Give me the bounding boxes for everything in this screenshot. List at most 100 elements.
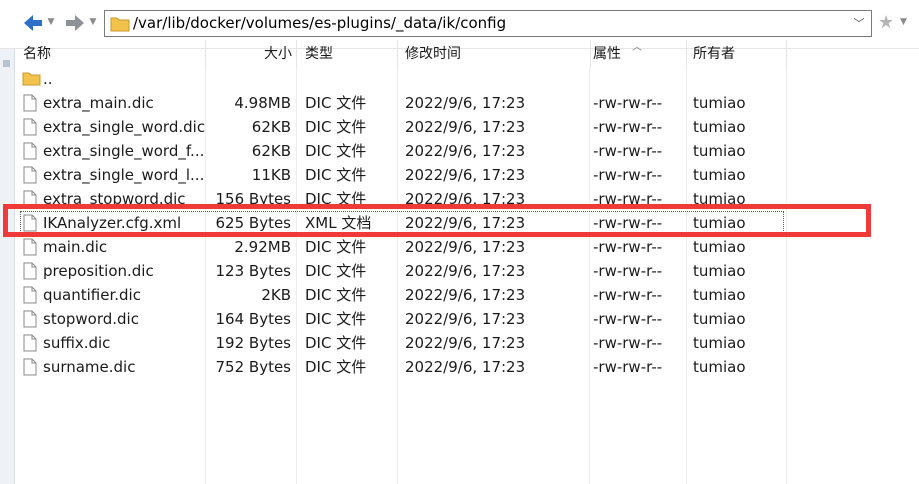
file-owner: tumiao [693,142,746,160]
file-size: 123 Bytes [215,262,292,280]
file-icon [23,142,37,160]
file-owner: tumiao [693,118,746,136]
file-type: DIC 文件 [305,94,367,112]
folder-icon [110,16,130,32]
file-icon [23,118,37,136]
file-row[interactable]: quantifier.dic 2KB DIC 文件 2022/9/6, 17:2… [14,283,919,307]
file-type: DIC 文件 [305,142,367,160]
file-owner: tumiao [693,238,746,256]
left-panel-edge [0,0,15,484]
file-row[interactable]: extra_single_word.dic 62KB DIC 文件 2022/9… [14,115,919,139]
file-attributes: -rw-rw-r-- [593,310,663,328]
file-row[interactable]: preposition.dic 123 Bytes DIC 文件 2022/9/… [14,259,919,283]
col-type[interactable]: 类型 [297,40,398,68]
file-attributes: -rw-rw-r-- [593,286,663,304]
file-size: 2.92MB [234,238,291,256]
file-size: 4.98MB [234,94,291,112]
file-row[interactable]: surname.dic 752 Bytes DIC 文件 2022/9/6, 1… [14,355,919,379]
file-type: DIC 文件 [305,358,367,376]
file-modified: 2022/9/6, 17:23 [405,118,526,136]
file-icon [23,358,37,376]
col-size[interactable]: 大小 [206,40,297,68]
file-owner: tumiao [693,262,746,280]
file-owner: tumiao [693,166,746,184]
col-owner[interactable]: 所有者 [687,40,787,68]
file-type: DIC 文件 [305,238,367,256]
file-name: suffix.dic [43,334,111,352]
file-icon [23,166,37,184]
column-header: 名称 大小 类型 修改时间 属性 所有者 [14,40,919,68]
col-modified[interactable]: 修改时间 [398,40,591,68]
file-owner: tumiao [693,94,746,112]
file-size: 192 Bytes [215,334,292,352]
file-name: extra_single_word_f... [43,142,205,160]
file-type: DIC 文件 [305,118,367,136]
address-path: /var/lib/docker/volumes/es-plugins/_data… [133,14,507,32]
file-attributes: -rw-rw-r-- [593,334,663,352]
back-history-dropdown[interactable]: ▼ [46,12,56,32]
file-name: extra_single_word.dic [43,118,206,136]
file-icon [23,94,37,112]
file-name: extra_main.dic [43,94,154,112]
file-name: main.dic [43,238,108,256]
address-bar[interactable]: /var/lib/docker/volumes/es-plugins/_data… [104,10,872,37]
file-type: DIC 文件 [305,334,367,352]
file-type: DIC 文件 [305,310,367,328]
forward-history-dropdown[interactable]: ▼ [88,12,98,32]
file-row[interactable]: extra_single_word_f... 62KB DIC 文件 2022/… [14,139,919,163]
file-name: stopword.dic [43,310,139,328]
file-modified: 2022/9/6, 17:23 [405,262,526,280]
file-modified: 2022/9/6, 17:23 [405,334,526,352]
file-icon [23,286,37,304]
chevron-down-icon[interactable]: ﹀ [849,13,869,34]
file-name: .. [43,70,53,88]
file-size: 62KB [251,142,291,160]
back-arrow-icon[interactable] [20,10,46,36]
file-icon [23,262,37,280]
parent-directory-row[interactable]: .. [14,67,919,91]
file-size: 752 Bytes [215,358,292,376]
file-owner: tumiao [693,358,746,376]
bookmark-dropdown[interactable]: ▼ [900,12,907,32]
file-row[interactable]: suffix.dic 192 Bytes DIC 文件 2022/9/6, 17… [14,331,919,355]
sort-ascending-icon: ︿ [632,42,642,53]
file-attributes: -rw-rw-r-- [593,142,663,160]
file-size: 11KB [251,166,291,184]
file-modified: 2022/9/6, 17:23 [405,94,526,112]
file-name: surname.dic [43,358,136,376]
highlight-annotation-box [3,204,871,237]
file-attributes: -rw-rw-r-- [593,358,663,376]
file-row[interactable]: extra_single_word_l... 11KB DIC 文件 2022/… [14,163,919,187]
file-attributes: -rw-rw-r-- [593,262,663,280]
file-type: DIC 文件 [305,262,367,280]
file-attributes: -rw-rw-r-- [593,238,663,256]
file-attributes: -rw-rw-r-- [593,166,663,184]
file-size: 164 Bytes [215,310,292,328]
file-owner: tumiao [693,334,746,352]
file-icon [23,238,37,256]
file-attributes: -rw-rw-r-- [593,94,663,112]
file-size: 2KB [261,286,291,304]
file-row[interactable]: stopword.dic 164 Bytes DIC 文件 2022/9/6, … [14,307,919,331]
file-modified: 2022/9/6, 17:23 [405,310,526,328]
file-attributes: -rw-rw-r-- [593,118,663,136]
forward-arrow-icon[interactable] [62,10,88,36]
file-type: DIC 文件 [305,286,367,304]
file-owner: tumiao [693,286,746,304]
file-modified: 2022/9/6, 17:23 [405,358,526,376]
file-name: extra_single_word_l... [43,166,205,184]
folder-icon [22,71,41,86]
file-size: 62KB [251,118,291,136]
file-type: DIC 文件 [305,166,367,184]
file-owner: tumiao [693,310,746,328]
file-modified: 2022/9/6, 17:23 [405,166,526,184]
file-row[interactable]: extra_main.dic 4.98MB DIC 文件 2022/9/6, 1… [14,91,919,115]
col-name[interactable]: 名称 [14,40,206,68]
file-modified: 2022/9/6, 17:23 [405,142,526,160]
star-icon[interactable]: ★ [878,12,894,33]
file-icon [23,310,37,328]
file-modified: 2022/9/6, 17:23 [405,286,526,304]
file-modified: 2022/9/6, 17:23 [405,238,526,256]
file-name: quantifier.dic [43,286,141,304]
file-row[interactable]: main.dic 2.92MB DIC 文件 2022/9/6, 17:23 -… [14,235,919,259]
